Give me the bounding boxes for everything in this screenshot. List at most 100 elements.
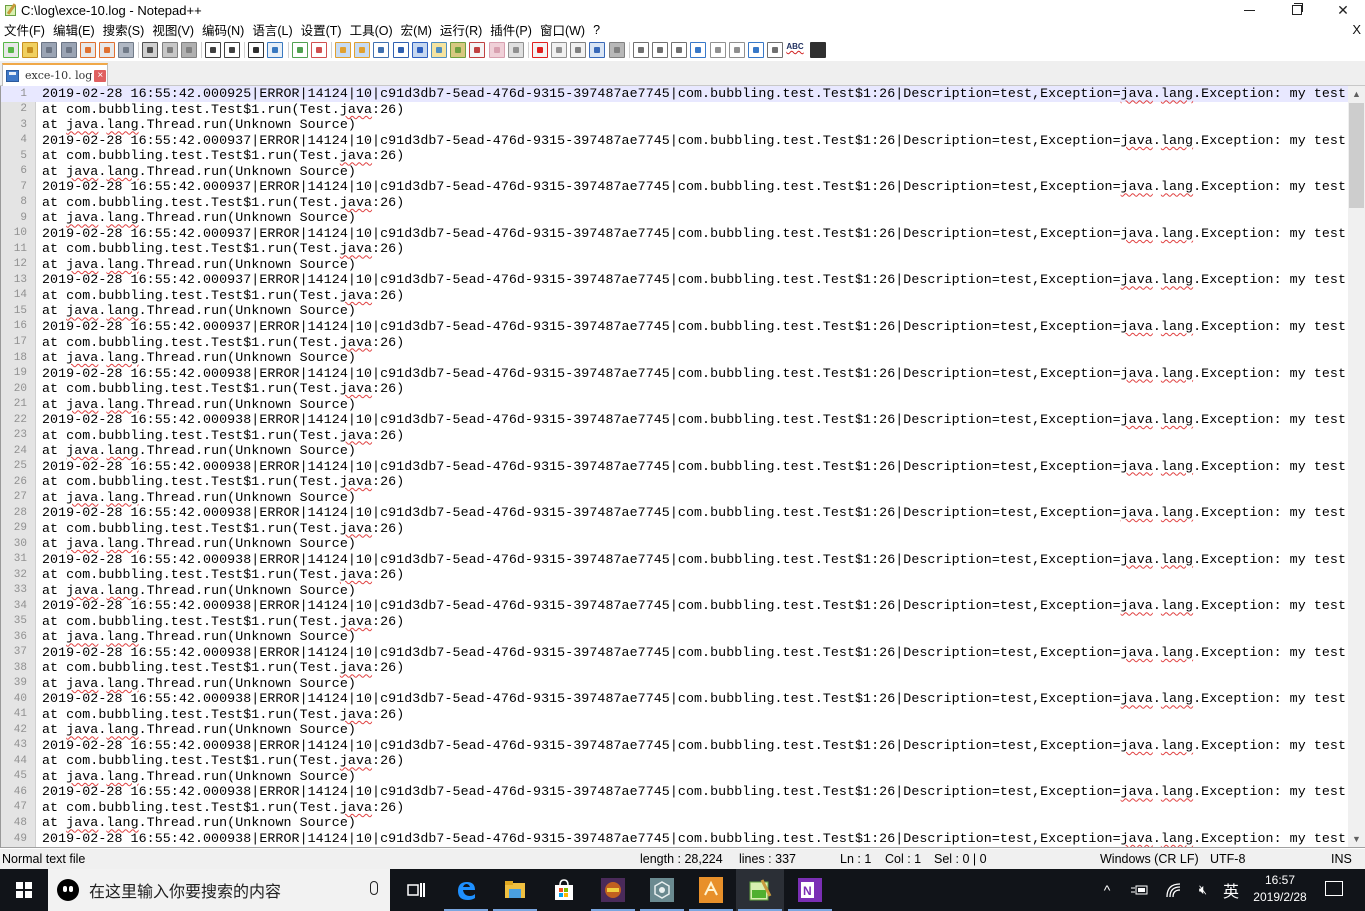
menu-item-4[interactable]: 编码(N) [198, 20, 248, 39]
menu-item-2[interactable]: 搜索(S) [99, 20, 149, 39]
battery-button[interactable] [1128, 869, 1150, 911]
new-file-icon[interactable] [3, 42, 19, 58]
menu-item-9[interactable]: 运行(R) [436, 20, 486, 39]
editor-line[interactable]: 40 2019-02-28 16:55:42.000938|ERROR|14124… [1, 691, 1349, 707]
editor-line[interactable]: 41 at com.bubbling.test.Test$1.run(Test.j… [1, 707, 1349, 723]
indent-guide-icon[interactable] [411, 42, 428, 58]
editor-line[interactable]: 26 at com.bubbling.test.Test$1.run(Test.j… [1, 474, 1349, 490]
volume-button[interactable]: 🔇︎ [1192, 869, 1214, 911]
find-icon[interactable] [248, 42, 265, 58]
sync-horizontal-icon[interactable] [354, 42, 371, 58]
spell-check-icon[interactable]: ABC [786, 42, 807, 58]
editor-line[interactable]: 5 at com.bubbling.test.Test$1.run(Test.ja… [1, 148, 1349, 164]
stop-record-icon[interactable] [551, 42, 568, 58]
status-encoding[interactable]: UTF-8 [1210, 852, 1245, 866]
word-wrap-icon[interactable] [373, 42, 390, 58]
text-area[interactable]: 1 2019-02-28 16:55:42.000925|ERROR|14124|… [1, 86, 1349, 846]
monitoring-icon[interactable] [488, 42, 505, 58]
scroll-down-arrow-icon[interactable]: ▼ [1348, 831, 1365, 847]
network-button[interactable] [1162, 869, 1184, 911]
taskbar-app-settings[interactable] [638, 869, 686, 911]
save-macro-icon[interactable] [608, 42, 625, 58]
close-document-button[interactable]: X [1352, 22, 1361, 37]
editor-line[interactable]: 24 at java.lang.Thread.run(Unknown Source… [1, 443, 1349, 459]
task-view-button[interactable] [392, 869, 440, 911]
undo-icon[interactable] [204, 42, 221, 58]
close-tab-icon[interactable]: × [94, 69, 107, 82]
editor-line[interactable]: 22 2019-02-28 16:55:42.000938|ERROR|14124… [1, 412, 1349, 428]
taskbar-app-notepadpp[interactable] [736, 869, 784, 911]
editor-line[interactable]: 17 at com.bubbling.test.Test$1.run(Test.j… [1, 334, 1349, 350]
menu-item-10[interactable]: 插件(P) [486, 20, 536, 39]
redo-icon[interactable] [224, 42, 241, 58]
editor-line[interactable]: 44 at com.bubbling.test.Test$1.run(Test.j… [1, 753, 1349, 769]
tab-exce-10-log[interactable]: exce-10. log × [2, 63, 108, 86]
plugin-icon-8[interactable] [767, 42, 784, 58]
editor-line[interactable]: 46 2019-02-28 16:55:42.000938|ERROR|14124… [1, 784, 1349, 800]
editor-line[interactable]: 8 at com.bubbling.test.Test$1.run(Test.ja… [1, 195, 1349, 211]
editor-line[interactable]: 47 at com.bubbling.test.Test$1.run(Test.j… [1, 800, 1349, 816]
editor-line[interactable]: 3 at java.lang.Thread.run(Unknown Source) [1, 117, 1349, 133]
plugin-icon-9[interactable] [809, 42, 826, 58]
menu-item-7[interactable]: 工具(O) [346, 20, 397, 39]
show-all-chars-icon[interactable] [392, 42, 409, 58]
taskbar-app-edge[interactable] [442, 869, 490, 911]
plugin-icon-3[interactable] [671, 42, 688, 58]
editor-line[interactable]: 6 at java.lang.Thread.run(Unknown Source) [1, 164, 1349, 180]
taskbar-clock[interactable]: 16:57 2019/2/28 [1245, 872, 1315, 906]
editor-line[interactable]: 48 at java.lang.Thread.run(Unknown Source… [1, 815, 1349, 831]
editor-line[interactable]: 16 2019-02-28 16:55:42.000937|ERROR|14124… [1, 319, 1349, 335]
editor-line[interactable]: 35 at com.bubbling.test.Test$1.run(Test.j… [1, 614, 1349, 630]
document-map-icon[interactable] [430, 42, 447, 58]
show-hidden-icons-button[interactable]: ^ [1096, 869, 1118, 911]
editor-line[interactable]: 33 at java.lang.Thread.run(Unknown Source… [1, 583, 1349, 599]
editor-line[interactable]: 28 2019-02-28 16:55:42.000938|ERROR|14124… [1, 505, 1349, 521]
menu-item-1[interactable]: 编辑(E) [49, 20, 99, 39]
editor-line[interactable]: 1 2019-02-28 16:55:42.000925|ERROR|14124|… [1, 86, 1349, 102]
function-list-icon[interactable] [450, 42, 467, 58]
restore-button[interactable] [1274, 0, 1320, 20]
editor-line[interactable]: 25 2019-02-28 16:55:42.000938|ERROR|14124… [1, 458, 1349, 474]
editor-line[interactable]: 49 2019-02-28 16:55:42.000938|ERROR|14124… [1, 831, 1349, 847]
menu-item-5[interactable]: 语言(L) [248, 20, 296, 39]
save-all-icon[interactable] [60, 42, 77, 58]
zoom-out-icon[interactable] [310, 42, 327, 58]
editor-line[interactable]: 11 at com.bubbling.test.Test$1.run(Test.j… [1, 241, 1349, 257]
editor[interactable]: 1 2019-02-28 16:55:42.000925|ERROR|14124|… [0, 86, 1365, 848]
microphone-icon[interactable] [370, 881, 378, 895]
taskbar-app-onenote[interactable]: N [786, 869, 834, 911]
save-icon[interactable] [41, 42, 58, 58]
print-icon[interactable] [118, 42, 135, 58]
open-file-icon[interactable] [22, 42, 39, 58]
copy-icon[interactable] [161, 42, 178, 58]
menu-item-0[interactable]: 文件(F) [0, 20, 49, 39]
taskbar-app-orange[interactable] [687, 869, 735, 911]
plugin-icon-2[interactable] [652, 42, 668, 58]
menu-item-11[interactable]: 窗口(W) [536, 20, 589, 39]
plugin-icon-4[interactable] [690, 42, 707, 58]
plugin-icon-7[interactable] [747, 42, 764, 58]
playback-macro-icon[interactable] [570, 42, 587, 58]
close-window-button[interactable]: ✕ [1320, 0, 1365, 20]
paste-icon[interactable] [180, 42, 197, 58]
menu-item-6[interactable]: 设置(T) [297, 20, 346, 39]
editor-line[interactable]: 15 at java.lang.Thread.run(Unknown Source… [1, 303, 1349, 319]
run-macro-multiple-icon[interactable] [589, 42, 606, 58]
taskbar-search-box[interactable]: 在这里输入你要搜索的内容 [48, 869, 390, 911]
editor-line[interactable]: 34 2019-02-28 16:55:42.000938|ERROR|14124… [1, 598, 1349, 614]
editor-line[interactable]: 20 at com.bubbling.test.Test$1.run(Test.j… [1, 381, 1349, 397]
editor-line[interactable]: 14 at com.bubbling.test.Test$1.run(Test.j… [1, 288, 1349, 304]
replace-icon[interactable] [267, 42, 284, 58]
editor-line[interactable]: 7 2019-02-28 16:55:42.000937|ERROR|14124|… [1, 179, 1349, 195]
menu-item-12[interactable]: ? [589, 23, 604, 37]
record-macro-icon[interactable] [531, 42, 548, 58]
editor-line[interactable]: 10 2019-02-28 16:55:42.000937|ERROR|14124… [1, 226, 1349, 242]
editor-line[interactable]: 42 at java.lang.Thread.run(Unknown Source… [1, 722, 1349, 738]
editor-line[interactable]: 43 2019-02-28 16:55:42.000938|ERROR|14124… [1, 738, 1349, 754]
status-eol[interactable]: Windows (CR LF) [1100, 852, 1199, 866]
editor-line[interactable]: 27 at java.lang.Thread.run(Unknown Source… [1, 489, 1349, 505]
editor-line[interactable]: 29 at com.bubbling.test.Test$1.run(Test.j… [1, 520, 1349, 536]
scrollbar-thumb[interactable] [1349, 103, 1364, 208]
editor-line[interactable]: 38 at com.bubbling.test.Test$1.run(Test.j… [1, 660, 1349, 676]
editor-line[interactable]: 9 at java.lang.Thread.run(Unknown Source) [1, 210, 1349, 226]
